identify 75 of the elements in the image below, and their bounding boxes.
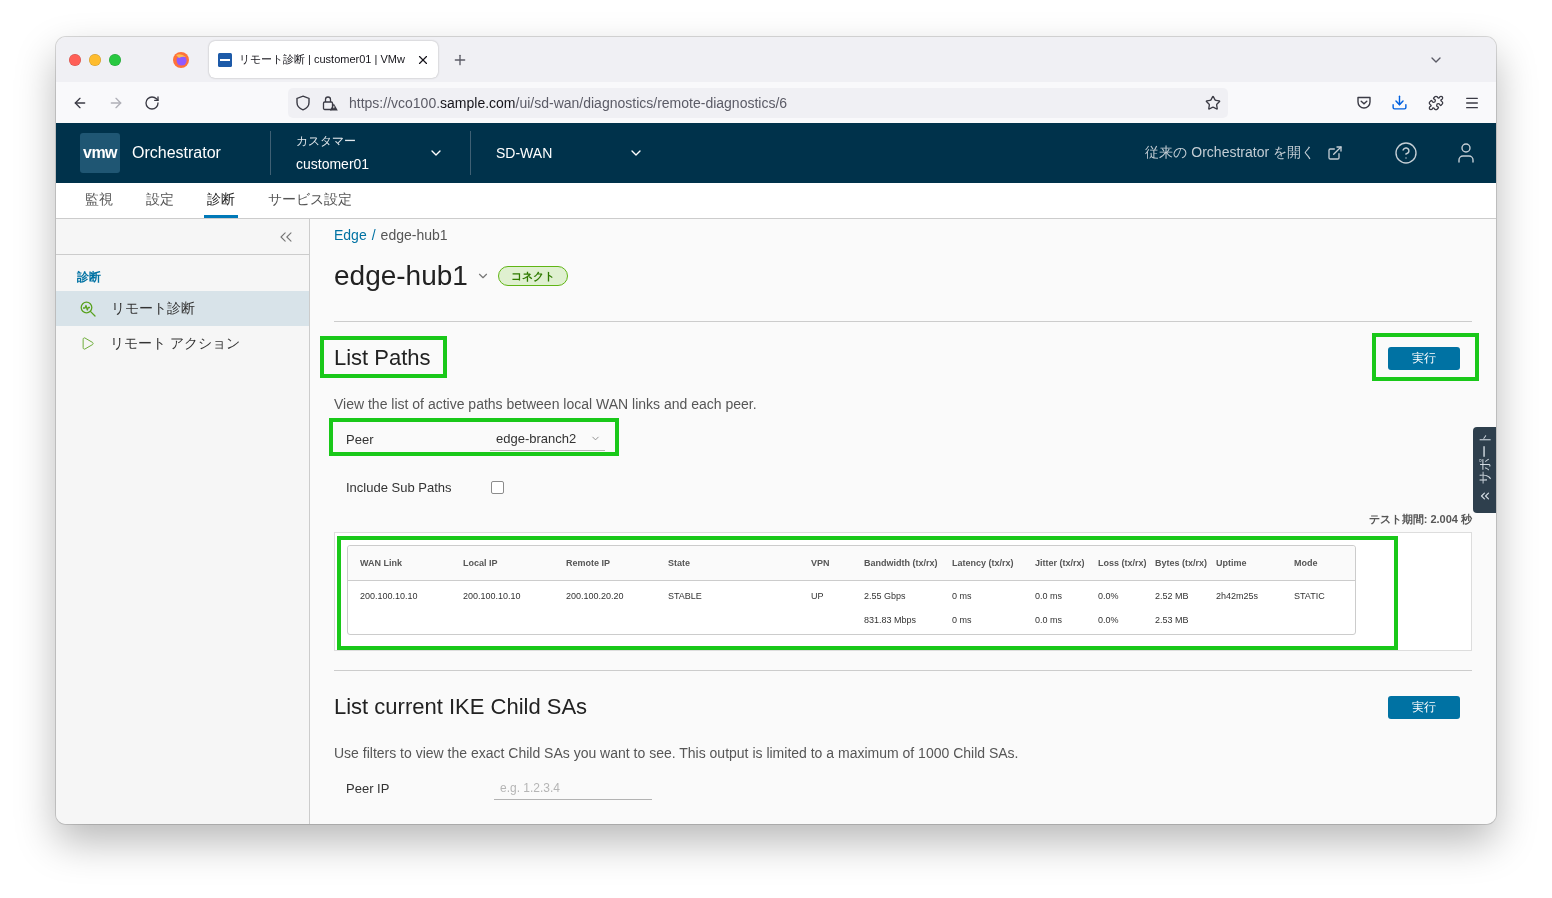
legacy-orchestrator-link[interactable]: 従来の Orchestrator を開く: [1145, 144, 1343, 162]
table-cell: 0.0 ms: [1035, 614, 1062, 626]
table-cell: 0.0%: [1098, 590, 1119, 602]
window-close-button[interactable]: [69, 53, 81, 66]
column-header: VPN: [811, 557, 830, 569]
table-cell: 2h42m25s: [1216, 590, 1259, 602]
breadcrumb-current: edge-hub1: [380, 227, 448, 243]
sidebar-item[interactable]: リモート診断: [56, 291, 309, 326]
support-tab[interactable]: サポート: [1473, 427, 1496, 513]
field-label: Include Sub Paths: [346, 479, 453, 495]
column-header: Latency (tx/rx): [952, 557, 1014, 569]
browser-logo-icon: [173, 51, 189, 68]
column-header: Uptime: [1216, 557, 1247, 569]
edge-title: edge-hub1: [334, 259, 468, 293]
table-cell: 2.53 MB: [1155, 614, 1189, 626]
favicon-icon: [218, 52, 232, 67]
test-duration: テスト期間: 2.004 秒: [1368, 512, 1472, 527]
section-description: View the list of active paths between local WAN links and each peer.: [334, 395, 758, 414]
table-cell: 200.100.10.10: [463, 590, 521, 602]
checkbox[interactable]: [491, 480, 504, 494]
help-icon[interactable]: [1394, 141, 1418, 165]
sidebar-heading: 診断: [77, 269, 102, 286]
breadcrumb-link[interactable]: Edge: [334, 227, 367, 243]
field-label: Peer IP: [346, 780, 391, 796]
reload-icon[interactable]: [144, 94, 160, 111]
table-cell: 0.0 ms: [1035, 590, 1062, 602]
nav-tab[interactable]: 監視: [82, 183, 116, 218]
table-cell: UP: [811, 590, 824, 602]
peer-select[interactable]: edge-branch2: [490, 427, 605, 451]
table-cell: 0 ms: [952, 614, 972, 626]
nav-tab[interactable]: サービス設定: [265, 183, 355, 218]
section-title: List Paths: [334, 344, 431, 372]
column-header: Local IP: [463, 557, 498, 569]
table-cell: 0.0%: [1098, 614, 1119, 626]
service-dropdown[interactable]: SD-WAN: [471, 123, 670, 183]
table-cell: 831.83 Mbps: [864, 614, 917, 626]
table-cell: 0 ms: [952, 590, 972, 602]
section-title: List current IKE Child SAs: [334, 693, 588, 721]
customer-dropdown[interactable]: カスタマー customer01: [271, 123, 470, 183]
field-label: Peer: [346, 431, 375, 447]
column-header: Bytes (tx/rx): [1155, 557, 1208, 569]
column-header: Jitter (tx/rx): [1035, 557, 1085, 569]
breadcrumb-separator: /: [371, 227, 376, 243]
sidebar-item[interactable]: リモート アクション: [56, 326, 309, 361]
magnifier-pulse-icon: [80, 300, 96, 317]
table-cell: 2.55 Gbps: [864, 590, 906, 602]
column-header: WAN Link: [360, 557, 402, 569]
table-cell: STATIC: [1294, 590, 1325, 602]
column-header: Mode: [1294, 557, 1318, 569]
play-icon: [80, 336, 95, 351]
product-name: Orchestrator: [132, 144, 221, 162]
input-field[interactable]: e.g. 1.2.3.4: [494, 776, 652, 800]
url-field[interactable]: https://vco100.sample.com/ui/sd-wan/diagnostics/remote-diagnostics/6: [288, 87, 1228, 118]
run-button[interactable]: 実行: [1388, 346, 1460, 370]
table-cell: STABLE: [668, 590, 702, 602]
run-button[interactable]: 実行: [1388, 695, 1460, 719]
table-cell: 2.52 MB: [1155, 590, 1189, 602]
nav-tab[interactable]: 設定: [143, 183, 177, 218]
table-cell: 200.100.20.20: [566, 590, 624, 602]
shield-chevron-icon[interactable]: [1356, 94, 1372, 111]
column-header: Remote IP: [566, 557, 610, 569]
download-icon[interactable]: [1391, 94, 1408, 111]
external-link-icon: [1327, 145, 1343, 161]
column-header: State: [668, 557, 690, 569]
status-badge: コネクト: [497, 266, 568, 286]
table-cell: 200.100.10.10: [360, 590, 418, 602]
column-header: Loss (tx/rx): [1098, 557, 1147, 569]
shield-icon: [295, 94, 311, 111]
section-description: Use filters to view the exact Child SAs you want to see. This output is limited to a maximum of 1000 Child SAs.: [334, 744, 1020, 763]
lock-warning-icon: [322, 94, 338, 111]
brand-logo: vmw: [80, 133, 120, 173]
star-icon[interactable]: [1205, 94, 1221, 111]
puzzle-icon[interactable]: [1428, 94, 1444, 111]
column-header: Bandwidth (tx/rx): [864, 557, 938, 569]
browser-tab[interactable]: リモート診断 | customer01 | VMw: [209, 41, 438, 78]
